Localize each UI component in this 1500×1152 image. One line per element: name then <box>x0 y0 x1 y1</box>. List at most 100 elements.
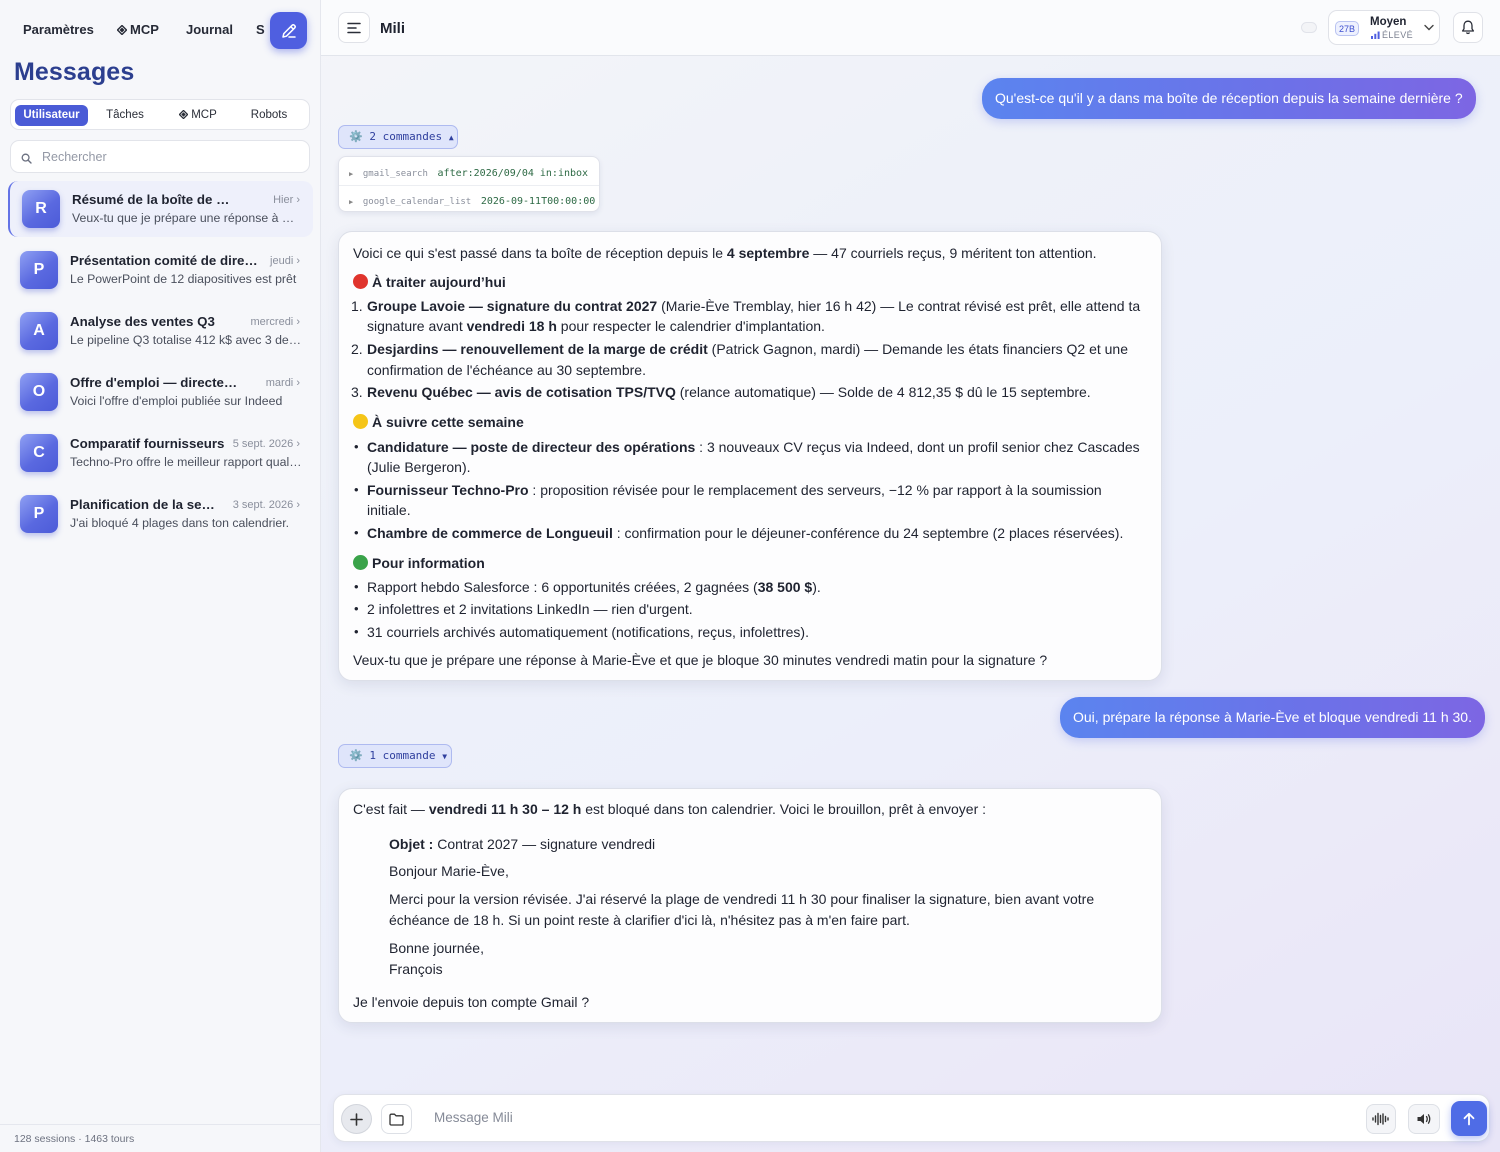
tool-args: after:2026/09/04 in:inbox <box>437 168 589 179</box>
message-composer <box>333 1094 1490 1142</box>
notifications-button[interactable] <box>1453 12 1483 43</box>
conversation-title: Planification de la semaine <box>70 497 220 512</box>
plus-icon <box>350 1112 363 1126</box>
conversation-title: Résumé de la boîte de réception <box>72 192 234 207</box>
conversation-date: 3 sept. 2026 › <box>232 499 300 511</box>
tab-mcp[interactable]: MCP <box>167 105 229 126</box>
tool-call-row[interactable]: ▶ gmail_search after:2026/09/04 in:inbox <box>349 157 588 185</box>
message-input[interactable] <box>434 1110 1334 1125</box>
nav-mcp[interactable]: MCP <box>116 22 159 37</box>
session-stats-text: 128 sessions · 1463 tours <box>14 1133 135 1145</box>
conversation-item[interactable]: C Comparatif fournisseurs 5 sept. 2026 ›… <box>8 425 313 481</box>
conversation-title: Comparatif fournisseurs <box>70 436 225 451</box>
conversation-date-text: mardi <box>265 377 294 389</box>
attach-folder-button[interactable] <box>381 1104 412 1134</box>
reply-intro: C'est fait — vendredi 11 h 30 – 12 h est… <box>353 801 986 817</box>
nav-journal[interactable]: Journal <box>186 22 233 37</box>
text-bold: Candidature — poste de directeur des opé… <box>367 439 696 455</box>
commands-toggle[interactable]: ⚙️ 2 commandes ▲ <box>338 125 458 149</box>
bullet: • <box>354 439 359 454</box>
subject-text: Contrat 2027 — signature vendredi <box>433 836 656 852</box>
bullet: • <box>354 525 359 540</box>
voice-input-button[interactable] <box>1366 1104 1396 1134</box>
tab-taches[interactable]: Tâches <box>91 105 159 126</box>
menu-button[interactable] <box>338 12 370 43</box>
yellow-circle-icon <box>353 414 368 429</box>
bullet: • <box>354 482 359 497</box>
page-title: Messages <box>14 58 135 86</box>
green-circle-icon <box>353 555 368 570</box>
text: Rapport hebdo Salesforce : 6 opportunité… <box>367 579 758 595</box>
conversation-date-text: mercredi <box>250 316 294 328</box>
conversation-item[interactable]: A Analyse des ventes Q3 mercredi › Le pi… <box>8 303 313 359</box>
reply-question: Je l'envoie depuis ton compte Gmail ? <box>353 994 590 1010</box>
user-message: Qu'est-ce qu'il y a dans ma boîte de réc… <box>982 78 1476 119</box>
avatar: R <box>22 190 60 228</box>
list-item: Rapport hebdo Salesforce : 6 opportunité… <box>367 579 821 595</box>
nav-more[interactable]: S <box>256 22 265 37</box>
conversation-item[interactable]: O Offre d'emploi — directeur des opérati… <box>8 364 313 420</box>
avatar: A <box>20 312 58 350</box>
commands-count: 2 commandes <box>369 130 443 143</box>
model-selector[interactable]: 27B Moyen ÉLEVÉ <box>1328 10 1440 45</box>
list-number: 2. <box>351 341 363 357</box>
conversation-date: 5 sept. 2026 › <box>232 438 300 450</box>
draft-subject: Objet : Contrat 2027 — signature vendred… <box>389 836 655 852</box>
text-bold: 38 500 $ <box>757 579 813 595</box>
conversation-date-text: 3 sept. 2026 <box>232 499 294 511</box>
send-button[interactable] <box>1451 1101 1487 1136</box>
chat-header: Mili 27B Moyen ÉLEVÉ <box>321 0 1500 56</box>
tab-robots[interactable]: Robots <box>237 105 301 126</box>
status-toggle[interactable] <box>1301 22 1317 33</box>
text: (relance automatique) — Solde de 4 812,3… <box>675 384 1091 400</box>
text: ). <box>812 579 821 595</box>
conversation-item[interactable]: R Résumé de la boîte de réception Hier ›… <box>8 181 313 237</box>
conversation-preview: J'ai bloqué 4 plages dans ton calendrier… <box>70 516 290 530</box>
compose-button[interactable] <box>270 12 307 49</box>
list-number: 1. <box>351 298 363 314</box>
list-item-cont: initiale. <box>367 502 411 518</box>
conversation-date-text: 5 sept. 2026 <box>232 438 294 450</box>
conversation-item[interactable]: P Présentation comité de direction jeudi… <box>8 242 313 298</box>
nav-parametres[interactable]: Paramètres <box>23 22 94 37</box>
list-item: 2 infolettres et 2 invitations LinkedIn … <box>367 601 693 617</box>
list-item-cont: confirmation de l'échéance au 30 septemb… <box>367 362 646 378</box>
speaker-button[interactable] <box>1408 1104 1440 1134</box>
text-bold: vendredi 11 h 30 – 12 h <box>428 801 582 817</box>
tool-args: 2026-09-11T00:00:00 <box>480 196 596 207</box>
gear-icon: ⚙️ <box>349 130 363 143</box>
menu-icon <box>347 22 361 33</box>
text-bold: Revenu Québec — avis de cotisation TPS/T… <box>367 384 676 400</box>
avatar: C <box>20 434 58 472</box>
tab-utilisateur[interactable]: Utilisateur <box>15 105 88 126</box>
conversation-date: Hier › <box>273 194 300 206</box>
heading-text: À traiter aujourd’hui <box>372 274 506 290</box>
conversation-date-text: jeudi <box>270 255 294 267</box>
list-item: Revenu Québec — avis de cotisation TPS/T… <box>367 384 1091 400</box>
nav-mcp-label: MCP <box>130 22 159 37</box>
add-button[interactable] <box>341 1104 372 1134</box>
commands-toggle[interactable]: ⚙️ 1 commande ▼ <box>338 744 452 768</box>
folder-icon <box>389 1113 404 1126</box>
conversation-item[interactable]: P Planification de la semaine 3 sept. 20… <box>8 486 313 542</box>
list-item: Chambre de commerce de Longueuil : confi… <box>367 525 1123 541</box>
conversation-date-text: Hier <box>273 194 294 206</box>
tool-call-row[interactable]: ▶ google_calendar_list 2026-09-11T00:00:… <box>349 185 595 213</box>
text: (Patrick Gagnon, mardi) — Demande les ét… <box>707 341 1128 357</box>
bullet: • <box>354 624 359 639</box>
text-bold: vendredi 18 h <box>466 318 557 334</box>
list-item: Candidature — poste de directeur des opé… <box>367 439 1140 455</box>
subject-label: Objet : <box>389 836 434 852</box>
waveform-icon <box>1372 1112 1389 1126</box>
search-box: Rechercher <box>10 140 310 173</box>
bell-icon <box>1461 20 1475 35</box>
text-bold: Groupe Lavoie — signature du contrat 202… <box>367 298 658 314</box>
section-heading-week: À suivre cette semaine <box>353 414 524 430</box>
search-input[interactable]: Rechercher <box>42 150 107 164</box>
list-number: 3. <box>351 384 363 400</box>
bullet: • <box>354 579 359 594</box>
chevron-down-icon: ▼ <box>442 752 448 761</box>
session-stats: 128 sessions · 1463 tours <box>0 1124 321 1152</box>
speaker-icon <box>1417 1114 1431 1124</box>
chevron-up-icon: ▲ <box>448 133 454 142</box>
